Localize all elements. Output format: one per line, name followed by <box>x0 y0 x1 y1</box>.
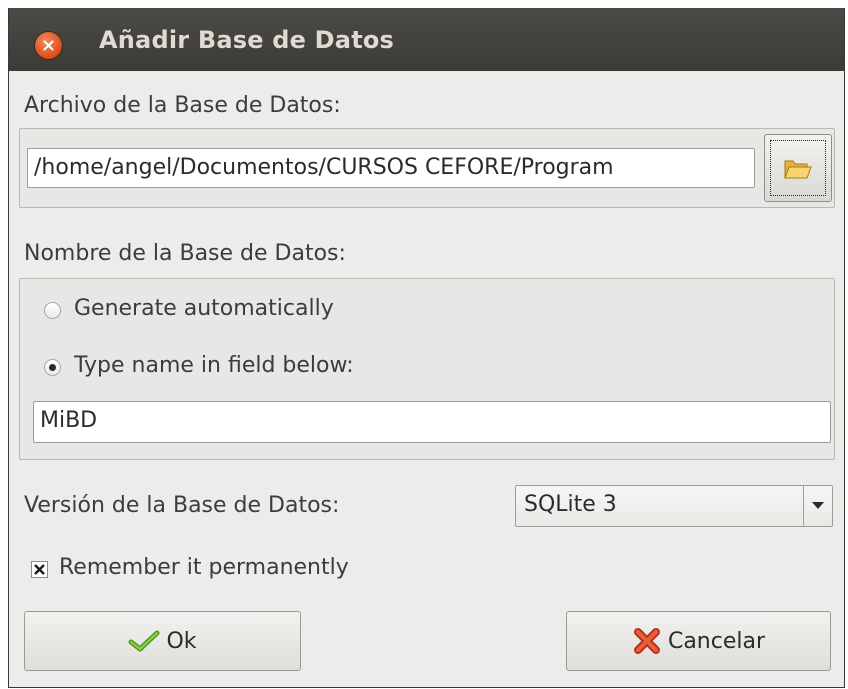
close-button[interactable] <box>35 32 62 59</box>
file-path-input[interactable]: /home/angel/Documentos/CURSOS CEFORE/Pro… <box>27 148 755 188</box>
cancel-button-label: Cancelar <box>667 628 766 654</box>
version-label: Versión de la Base de Datos: <box>24 493 340 518</box>
browse-file-button[interactable] <box>764 134 832 202</box>
cross-icon <box>633 628 660 654</box>
name-label: Nombre de la Base de Datos: <box>24 241 346 266</box>
radio-generate-auto-label[interactable]: Generate automatically <box>74 296 334 321</box>
radio-generate-auto[interactable] <box>44 302 61 319</box>
check-x-icon <box>34 564 45 575</box>
checkmark-icon <box>128 630 160 652</box>
window-title: Añadir Base de Datos <box>99 26 395 54</box>
chevron-down-icon <box>812 502 824 509</box>
dialog-window: Añadir Base de Datos Archivo de la Base … <box>8 8 845 688</box>
remember-label[interactable]: Remember it permanently <box>59 555 349 580</box>
file-label: Archivo de la Base de Datos: <box>24 93 341 118</box>
remember-checkbox[interactable] <box>31 561 48 578</box>
version-select-value: SQLite 3 <box>524 492 617 517</box>
folder-open-icon <box>784 160 812 179</box>
db-name-input[interactable]: MiBD <box>33 401 831 443</box>
title-bar[interactable]: Añadir Base de Datos <box>9 8 844 71</box>
close-icon <box>43 40 54 51</box>
radio-type-name-label[interactable]: Type name in field below: <box>74 353 354 378</box>
ok-button[interactable]: Ok <box>24 611 301 671</box>
cancel-button[interactable]: Cancelar <box>566 611 831 671</box>
ok-button-label: Ok <box>166 628 197 654</box>
radio-type-name[interactable] <box>44 359 61 376</box>
version-select[interactable]: SQLite 3 <box>515 485 833 527</box>
combo-separator <box>803 486 804 526</box>
